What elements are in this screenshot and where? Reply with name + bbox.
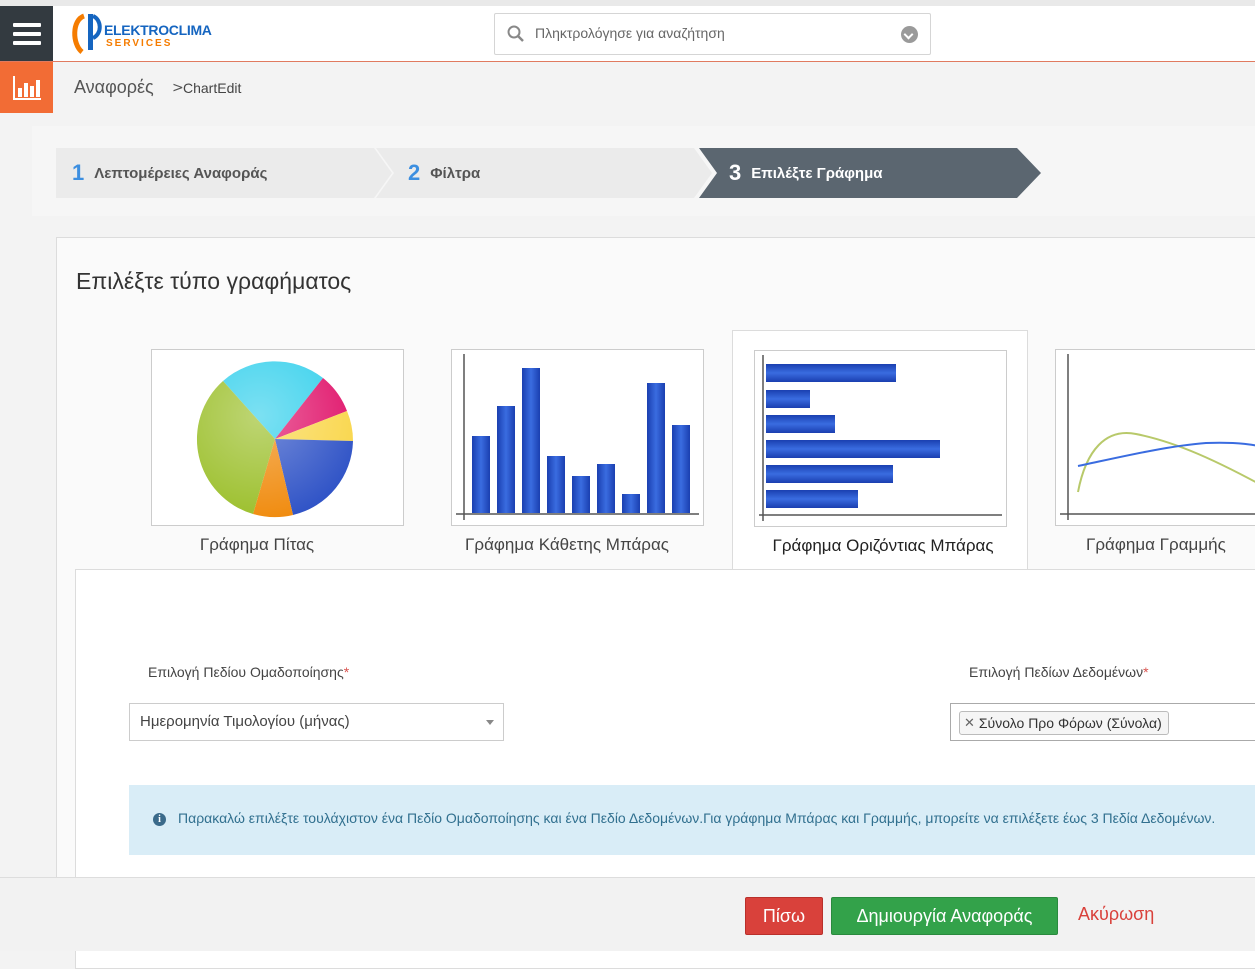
chip-label: Σύνολο Προ Φόρων (Σύνολα) (978, 715, 1162, 731)
chart-option-label: Γράφημα Γραμμής (1086, 535, 1226, 554)
company-logo[interactable]: ELEKTROCLIMA SERVICES (70, 12, 250, 56)
group-field-select[interactable]: Ημερομηνία Τιμολογίου (μήνας) (129, 703, 504, 741)
cancel-link[interactable]: Ακύρωση (1078, 904, 1154, 925)
vertical-bar-chart-icon (451, 349, 704, 526)
top-bar: ELEKTROCLIMA SERVICES Πληκτρολόγησε για … (0, 0, 1255, 62)
data-fields-select[interactable]: ✕ Σύνολο Προ Φόρων (Σύνολα) (950, 703, 1255, 741)
breadcrumb-reports[interactable]: Αναφορές (74, 77, 154, 98)
chevron-down-icon (486, 720, 494, 725)
remove-chip-icon[interactable]: ✕ (964, 716, 975, 731)
logo-text-top: ELEKTROCLIMA (104, 22, 212, 38)
menu-icon[interactable] (0, 6, 53, 61)
logo-text-bottom: SERVICES (106, 38, 173, 49)
group-field-value: Ημερομηνία Τιμολογίου (μήνας) (140, 713, 350, 730)
step-label: Λεπτομέρειες Αναφοράς (94, 164, 268, 182)
footer-actions: Πίσω Δημιουργία Αναφοράς Ακύρωση (0, 877, 1255, 951)
data-fields-label: Επιλογή Πεδίων Δεδομένων* (969, 664, 1149, 680)
chart-option-label: Γράφημα Οριζόντιας Μπάρας (772, 536, 994, 555)
selected-data-field-chip: ✕ Σύνολο Προ Φόρων (Σύνολα) (959, 711, 1169, 735)
create-report-button[interactable]: Δημιουργία Αναφοράς (831, 897, 1058, 935)
pie-chart-icon (151, 349, 404, 526)
chart-option-label: Γράφημα Κάθετης Μπάρας (465, 535, 669, 554)
breadcrumb-current: ChartEdit (183, 80, 242, 96)
wizard-steps: 1 Λεπτομέρειες Αναφοράς 2 Φίλτρα 3 Επιλέ… (32, 126, 1255, 216)
line-chart-icon (1055, 349, 1255, 526)
search-input[interactable]: Πληκτρολόγησε για αναζήτηση (535, 25, 725, 41)
wizard-step-details[interactable]: 1 Λεπτομέρειες Αναφοράς (56, 148, 392, 198)
back-button[interactable]: Πίσω (745, 897, 823, 935)
step-label: Επιλέξτε Γράφημα (751, 164, 883, 182)
step-number: 1 (72, 160, 85, 185)
chart-type-panel: Επιλέξτε τύπο γραφήματος Γράφημα Πίτας Γ… (56, 237, 1255, 969)
chart-option-label: Γράφημα Πίτας (199, 535, 315, 554)
group-field-label: Επιλογή Πεδίου Ομαδοποίησης* (148, 664, 350, 680)
horizontal-bar-chart-icon (754, 350, 1007, 527)
breadcrumb: Αναφορές > ChartEdit (0, 62, 1255, 114)
chart-option-pie[interactable]: Γράφημα Πίτας (132, 330, 407, 570)
chart-option-line[interactable]: Γράφημα Γραμμής (1036, 330, 1255, 570)
step-label: Φίλτρα (430, 164, 481, 182)
info-icon: i (153, 813, 166, 826)
breadcrumb-separator: > (172, 80, 184, 96)
wizard-step-filters[interactable]: 2 Φίλτρα (376, 148, 712, 198)
search-icon (507, 25, 524, 42)
chart-option-horizontal-bar[interactable]: Γράφημα Οριζόντιας Μπάρας (732, 330, 1028, 575)
search-box[interactable]: Πληκτρολόγησε για αναζήτηση (494, 13, 931, 55)
info-text: Παρακαλώ επιλέξτε τουλάχιστον ένα Πεδίο … (178, 810, 1216, 826)
panel-title: Επιλέξτε τύπο γραφήματος (76, 268, 352, 294)
reports-chart-icon[interactable] (0, 62, 53, 113)
logo-mark-icon (72, 13, 102, 54)
wizard-step-chart[interactable]: 3 Επιλέξτε Γράφημα (699, 148, 1041, 198)
info-alert: i Παρακαλώ επιλέξτε τουλάχιστον ένα Πεδί… (129, 785, 1255, 855)
step-number: 3 (729, 160, 742, 185)
chart-option-vertical-bar[interactable]: Γράφημα Κάθετης Μπάρας (432, 330, 707, 570)
step-number: 2 (408, 160, 421, 185)
search-dropdown-icon[interactable] (901, 26, 918, 43)
